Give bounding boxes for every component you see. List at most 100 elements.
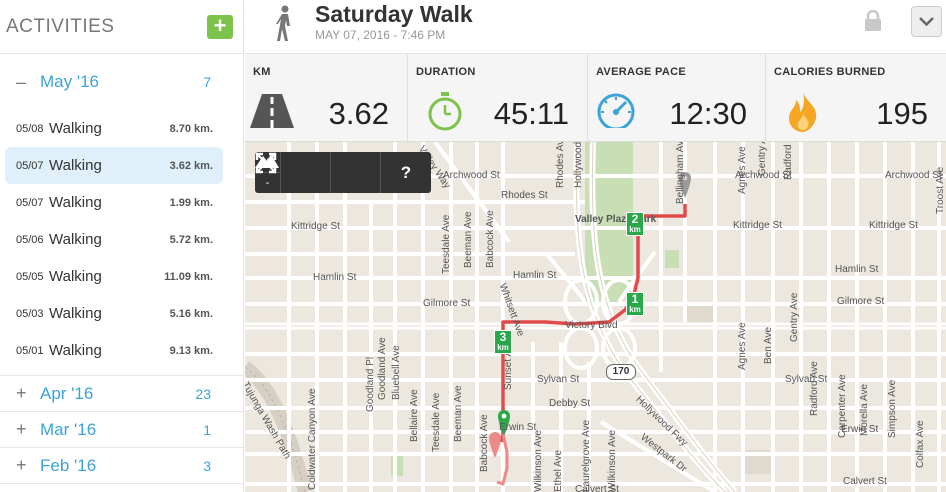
mountain-icon (255, 154, 279, 168)
activity-type: Walking (49, 231, 102, 248)
km-marker-number: 2 (631, 212, 639, 226)
expand-icon[interactable]: + (16, 419, 40, 440)
activity-type: Walking (49, 157, 102, 174)
month-count: 3 (203, 457, 211, 474)
stopwatch-icon (428, 92, 462, 131)
street-label: Coldwater Canyon Ave (307, 388, 318, 490)
street-label: Agnes Ave (737, 146, 748, 194)
zoom-out-button[interactable]: - (255, 173, 280, 193)
flame-icon (789, 92, 817, 132)
stat-label: DURATION (416, 66, 476, 78)
activity-datetime: MAY 07, 2016 - 7:46 PM (315, 28, 446, 42)
activity-distance: 8.70 km. (169, 122, 213, 135)
street-label: Debby St (549, 398, 591, 409)
street-label: Agnes Ave (737, 322, 748, 370)
street-label: Gilmore St (423, 298, 471, 309)
street-label: Ben Ave (763, 326, 774, 364)
lock-icon[interactable] (863, 10, 883, 32)
fullscreen-button[interactable] (255, 152, 331, 193)
activity-date: 05/06 (16, 233, 44, 246)
activity-row[interactable]: 05/06 Walking 5.72 km. (0, 221, 243, 258)
street-label: Kittridge St (733, 220, 782, 231)
road-icon (250, 94, 294, 128)
month-count: 1 (203, 421, 211, 438)
street-label: Bellaire Ave (409, 389, 420, 442)
options-dropdown-button[interactable] (911, 6, 942, 37)
street-label: Wilkinson Ave (607, 429, 618, 492)
activity-list: 05/08 Walking 8.70 km. 05/07 Walking 3.6… (0, 110, 243, 376)
map-canvas[interactable] (245, 142, 946, 492)
add-activity-button[interactable]: + (207, 14, 233, 39)
activity-header: Saturday Walk MAY 07, 2016 - 7:46 PM (245, 0, 946, 54)
collapse-icon[interactable]: – (16, 72, 40, 93)
activity-row[interactable]: 05/01 Walking 9.13 km. (0, 332, 243, 369)
street-label: Colfax Ave (915, 420, 926, 468)
speedometer-icon (597, 93, 635, 128)
km-marker-3[interactable]: 3 km (494, 330, 512, 354)
activity-type: Walking (49, 305, 102, 322)
expand-icon[interactable]: + (16, 455, 40, 476)
activity-row-selected[interactable]: 05/07 Walking 3.62 km. (5, 147, 223, 184)
activity-row[interactable]: 05/07 Walking 1.99 km. (0, 184, 243, 221)
street-label: Morella Ave (859, 383, 870, 436)
street-label: Kittridge St (291, 221, 340, 232)
street-label: Goodland Ave (377, 337, 388, 400)
street-label: Teesdale Ave (431, 392, 442, 452)
activity-date: 05/07 (16, 159, 44, 172)
street-label: Rhodes Ave (555, 142, 566, 188)
street-label: Hamlin St (835, 264, 879, 275)
terrain-button[interactable] (255, 152, 381, 193)
km-marker-unit: km (497, 343, 509, 352)
month-group-may[interactable]: – May '16 7 (0, 54, 243, 110)
street-label: Gentry Ave (757, 142, 768, 176)
activity-type: Walking (49, 120, 102, 137)
activity-date: 05/01 (16, 344, 44, 357)
street-label: Beeman Ave (453, 385, 464, 442)
street-label: Radford Ave (809, 361, 820, 416)
stat-label: AVERAGE PACE (596, 66, 686, 78)
km-marker-unit: km (629, 225, 641, 234)
month-count: 7 (203, 74, 211, 90)
month-name: Apr '16 (40, 383, 94, 403)
activity-row[interactable]: 05/03 Walking 5.16 km. (0, 295, 243, 332)
activity-row[interactable]: 05/08 Walking 8.70 km. (0, 110, 243, 147)
km-marker-1[interactable]: 1 km (626, 292, 644, 316)
street-label: Babcock Ave (485, 210, 496, 268)
street-label: Wilkinson Ave (533, 429, 544, 492)
activity-distance: 5.16 km. (169, 307, 213, 320)
expand-icon[interactable]: + (16, 383, 40, 404)
activity-date: 05/07 (16, 196, 44, 209)
activity-distance: 3.62 km. (169, 159, 213, 172)
stat-value: 3.62 (328, 96, 389, 131)
month-group-apr[interactable]: + Apr '16 23 (0, 376, 243, 412)
month-group-feb[interactable]: + Feb '16 3 (0, 448, 243, 484)
street-label: Babcock Ave (479, 414, 490, 472)
stat-value: 45:11 (493, 96, 569, 131)
activity-date: 05/03 (16, 307, 44, 320)
map-controls: + - ? (255, 152, 431, 193)
street-label: Sylvan St (785, 374, 828, 385)
stats-bar: KM 3.62 DURATION 45:11 AVERAGE PACE 12:3… (245, 54, 946, 142)
activity-row[interactable]: 05/05 Walking 11.09 km. (0, 258, 243, 295)
highway-shield: 170 (606, 364, 636, 380)
street-label: Beeman Ave (463, 211, 474, 268)
street-label: Ethel Ave (553, 449, 564, 492)
street-label: Gilmore St (837, 296, 885, 307)
street-label: Rhodes St (501, 190, 548, 201)
km-marker-2[interactable]: 2 km (626, 212, 644, 236)
street-label: Hamlin St (513, 270, 557, 281)
street-label: Victory Blvd (565, 320, 618, 331)
street-label: Archwood St (885, 170, 942, 181)
month-name: Feb '16 (40, 455, 97, 475)
month-group-mar[interactable]: + Mar '16 1 (0, 412, 243, 448)
street-label: Goodland Pl (365, 356, 376, 412)
street-label: Calvert St (843, 476, 887, 487)
street-label: Kittridge St (869, 220, 918, 231)
route-map[interactable]: Archwood St Kittridge St Hamlin St Gilmo… (245, 142, 946, 492)
activity-type: Walking (49, 342, 102, 359)
street-label: Bluebell Ave (391, 345, 402, 400)
walking-person-icon (276, 5, 290, 41)
km-marker-number: 1 (631, 292, 639, 306)
help-button[interactable]: ? (381, 152, 431, 193)
street-label: Laurelgrove Ave (581, 419, 592, 492)
